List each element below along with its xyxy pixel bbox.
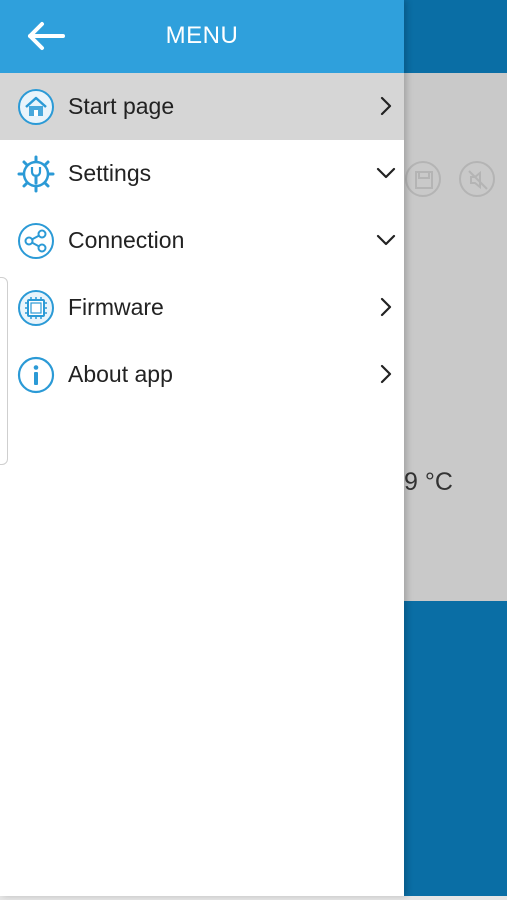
info-icon bbox=[17, 356, 55, 394]
save-icon[interactable] bbox=[405, 161, 441, 197]
drawer-edge-handle[interactable] bbox=[0, 277, 8, 465]
drawer-header: MENU bbox=[0, 0, 404, 73]
chevron-right-icon bbox=[376, 296, 396, 318]
share-icon bbox=[17, 222, 55, 260]
chevron-right-icon bbox=[376, 95, 396, 117]
menu-item-connection[interactable]: Connection bbox=[0, 207, 404, 274]
menu-item-label: About app bbox=[68, 361, 173, 387]
menu-item-label: Firmware bbox=[68, 294, 164, 320]
chevron-right-icon bbox=[376, 363, 396, 385]
menu-item-label: Settings bbox=[68, 160, 152, 186]
navigation-drawer: MENU Start page Settings Connection Firm… bbox=[0, 0, 404, 896]
background-bottom-edge bbox=[0, 896, 507, 900]
menu-item-settings[interactable]: Settings bbox=[0, 140, 404, 207]
temperature-readout: 9 °C bbox=[404, 468, 453, 496]
chevron-down-icon bbox=[376, 162, 396, 184]
chip-icon bbox=[17, 289, 55, 327]
menu-item-label: Connection bbox=[68, 227, 185, 253]
menu-item-label: Start page bbox=[68, 93, 175, 119]
settings-icon bbox=[17, 155, 55, 193]
chevron-down-icon bbox=[376, 229, 396, 251]
menu-item-start-page[interactable]: Start page bbox=[0, 73, 404, 140]
menu-title: MENU bbox=[165, 22, 239, 49]
mute-icon[interactable] bbox=[459, 161, 495, 197]
menu-list: Start page Settings Connection Firmware … bbox=[0, 73, 404, 408]
menu-item-about-app[interactable]: About app bbox=[0, 341, 404, 408]
menu-item-firmware[interactable]: Firmware bbox=[0, 274, 404, 341]
home-icon bbox=[17, 88, 55, 126]
